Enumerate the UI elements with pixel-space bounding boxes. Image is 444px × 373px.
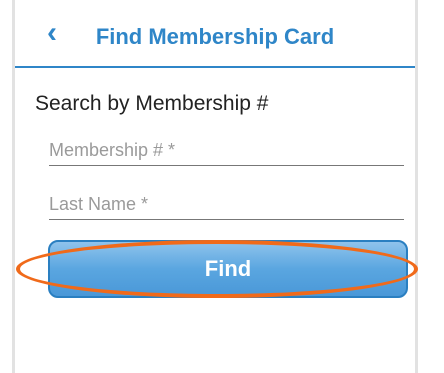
- section-title: Search by Membership #: [35, 92, 269, 115]
- page-title: Find Membership Card: [95, 24, 335, 49]
- membership-input[interactable]: [49, 136, 404, 164]
- find-button[interactable]: Find: [48, 240, 408, 298]
- lastname-input[interactable]: [49, 190, 404, 218]
- app-screen: ‹ Find Membership Card Search by Members…: [12, 0, 418, 373]
- lastname-field: [49, 190, 404, 220]
- membership-field: [49, 136, 404, 166]
- header-bar: ‹ Find Membership Card: [15, 0, 415, 68]
